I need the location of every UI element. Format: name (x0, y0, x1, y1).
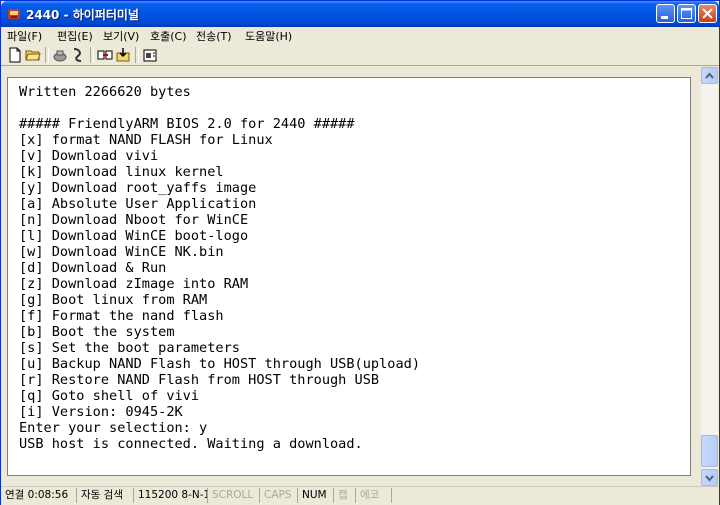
maximize-icon (681, 8, 692, 19)
status-auto-detect: 자동 검색 (76, 488, 133, 503)
status-echo: 에코 (355, 488, 391, 503)
menu-bar: 파일(F) 편집(E) 보기(V) 호출(C) 전송(T) 도움말(H) (1, 27, 719, 44)
receive-icon[interactable] (115, 47, 131, 63)
terminal-line: [v] Download vivi (19, 148, 159, 164)
menu-edit[interactable]: 편집(E) (57, 28, 93, 44)
status-caps: CAPS (259, 488, 297, 503)
toolbar-separator (135, 47, 139, 63)
hyperterminal-window: 2440 - 하이퍼터미널 파일(F) 편집(E) 보기(V) 호출(C) 전송… (0, 0, 720, 505)
title-bar[interactable]: 2440 - 하이퍼터미널 (1, 1, 719, 27)
maximize-button[interactable] (677, 4, 696, 23)
toolbar-separator (90, 47, 94, 63)
disconnect-icon[interactable] (70, 47, 86, 63)
phone-icon[interactable] (52, 47, 68, 63)
scroll-down-button[interactable] (701, 469, 718, 486)
scroll-up-button[interactable] (701, 67, 718, 84)
terminal-line: [d] Download & Run (19, 260, 167, 276)
menu-view[interactable]: 보기(V) (103, 28, 139, 44)
terminal-line: USB host is connected. Waiting a downloa… (19, 436, 363, 452)
status-num: NUM (297, 488, 333, 503)
terminal-line: [z] Download zImage into RAM (19, 276, 249, 292)
terminal-line: [n] Download Nboot for WinCE (19, 212, 249, 228)
terminal-line: [y] Download root_yaffs image (19, 180, 257, 196)
terminal-line: [l] Download WinCE boot-logo (19, 228, 249, 244)
minimize-icon (661, 16, 668, 19)
terminal-line: [a] Absolute User Application (19, 196, 257, 212)
terminal-line: ##### FriendlyARM BIOS 2.0 for 2440 ####… (19, 116, 355, 132)
terminal-line: [i] Version: 0945-2K (19, 404, 183, 420)
status-capture: 캡 (333, 488, 355, 503)
terminal-line: [s] Set the boot parameters (19, 340, 240, 356)
status-scroll: SCROLL (207, 488, 259, 503)
status-empty (391, 488, 719, 503)
status-bar: 연결 0:08:56 자동 검색 115200 8-N-1 SCROLL CAP… (1, 486, 719, 505)
hyperterminal-app-icon (8, 9, 20, 19)
toolbar-separator (45, 47, 49, 63)
terminal-line: Written 2266620 bytes (19, 84, 191, 100)
terminal-line: [k] Download linux kernel (19, 164, 224, 180)
send-icon[interactable] (97, 47, 113, 63)
close-button[interactable] (698, 4, 717, 23)
terminal-line: [r] Restore NAND Flash from HOST through… (19, 372, 380, 388)
terminal-line: [x] format NAND FLASH for Linux (19, 132, 273, 148)
terminal-line: [b] Boot the system (19, 324, 175, 340)
minimize-button[interactable] (656, 4, 675, 23)
menu-call[interactable]: 호출(C) (150, 28, 187, 44)
terminal-line: [g] Boot linux from RAM (19, 292, 208, 308)
toolbar (1, 44, 719, 66)
terminal-line: [u] Backup NAND Flash to HOST through US… (19, 356, 421, 372)
terminal-line: [q] Goto shell of vivi (19, 388, 200, 404)
window-title: 2440 - 하이퍼터미널 (26, 8, 139, 22)
new-document-icon[interactable] (7, 47, 23, 63)
terminal-screen[interactable]: Written 2266620 bytes ##### FriendlyARM … (7, 77, 691, 476)
scroll-thumb[interactable] (701, 435, 718, 467)
open-folder-icon[interactable] (25, 47, 41, 63)
terminal-frame: Written 2266620 bytes ##### FriendlyARM … (1, 67, 701, 486)
menu-help[interactable]: 도움말(H) (245, 28, 292, 44)
menu-transfer[interactable]: 전송(T) (196, 28, 232, 44)
properties-icon[interactable] (142, 47, 158, 63)
vertical-scrollbar[interactable] (701, 67, 718, 486)
close-icon (702, 8, 713, 19)
chevron-down-icon (705, 475, 714, 482)
status-connected: 연결 0:08:56 (5, 489, 69, 501)
chevron-up-icon (705, 72, 714, 79)
status-port-settings: 115200 8-N-1 (133, 488, 207, 503)
menu-file[interactable]: 파일(F) (7, 28, 42, 44)
terminal-line: Enter your selection: y (19, 420, 208, 436)
terminal-line: [w] Download WinCE NK.bin (19, 244, 224, 260)
terminal-line: [f] Format the nand flash (19, 308, 224, 324)
